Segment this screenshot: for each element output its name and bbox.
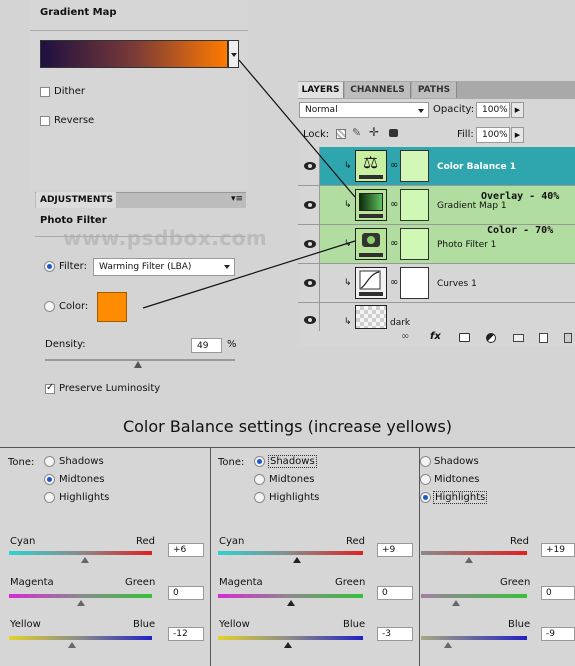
highlights-label: Highlights xyxy=(59,492,110,503)
magenta-green-thumb[interactable] xyxy=(452,600,460,606)
yellow-blue-thumb[interactable] xyxy=(444,642,452,648)
magenta-green-slider[interactable] xyxy=(9,594,152,598)
midtones-label: Midtones xyxy=(269,474,315,485)
yellow-blue-slider[interactable] xyxy=(9,636,152,640)
magenta-green-value[interactable]: 0 xyxy=(168,586,204,600)
magenta-green-thumb[interactable] xyxy=(287,600,295,606)
preserve-luminosity-checkbox[interactable] xyxy=(45,382,55,394)
cyan-red-thumb[interactable] xyxy=(465,557,473,563)
highlights-label: Highlights xyxy=(269,492,320,503)
shadows-radio[interactable] xyxy=(254,456,265,467)
magenta-green-slider[interactable] xyxy=(421,594,527,598)
density-label: Density: xyxy=(45,339,86,350)
blue-label: Blue xyxy=(133,619,156,630)
shadows-radio[interactable] xyxy=(420,456,431,467)
red-label: Red xyxy=(136,536,155,547)
yellow-blue-value[interactable]: -12 xyxy=(168,627,204,641)
yellow-label: Yellow xyxy=(219,619,250,630)
connector-lines xyxy=(142,59,356,309)
yellow-blue-slider[interactable] xyxy=(218,636,363,640)
tone-label: Tone: xyxy=(218,457,245,468)
magenta-green-value[interactable]: 0 xyxy=(377,586,413,600)
yellow-blue-thumb[interactable] xyxy=(284,642,292,648)
cyan-red-value[interactable]: +19 xyxy=(541,543,575,557)
yellow-label: Yellow xyxy=(10,619,41,630)
screenshot-root: { "gradient_map": { "title": "Gradient M… xyxy=(0,0,575,666)
highlights-radio[interactable] xyxy=(420,492,431,503)
density-value: 49 xyxy=(197,341,209,351)
preserve-luminosity-label: Preserve Luminosity xyxy=(59,383,161,394)
magenta-green-value[interactable]: 0 xyxy=(541,586,575,600)
shadows-label: Shadows xyxy=(434,456,479,467)
yellow-blue-value[interactable]: -3 xyxy=(377,627,413,641)
green-label: Green xyxy=(500,577,531,588)
red-label: Red xyxy=(510,536,529,547)
midtones-radio[interactable] xyxy=(44,474,55,485)
highlights-radio[interactable] xyxy=(44,492,55,503)
color-balance-heading: Color Balance settings (increase yellows… xyxy=(122,417,453,436)
midtones-radio[interactable] xyxy=(420,474,431,485)
panel-divider xyxy=(210,447,211,666)
density-unit: % xyxy=(227,339,237,350)
cyan-red-slider[interactable] xyxy=(218,551,363,555)
magenta-green-slider[interactable] xyxy=(218,594,363,598)
shadows-radio[interactable] xyxy=(44,456,55,467)
yellow-blue-value[interactable]: -9 xyxy=(541,627,575,641)
shadows-label: Shadows xyxy=(268,455,317,468)
cyan-red-value[interactable]: +6 xyxy=(168,543,204,557)
tone-label: Tone: xyxy=(8,457,35,468)
yellow-blue-slider[interactable] xyxy=(421,636,527,640)
density-input[interactable]: 49 xyxy=(191,338,222,353)
midtones-radio[interactable] xyxy=(254,474,265,485)
blue-label: Blue xyxy=(343,619,366,630)
blue-label: Blue xyxy=(508,619,531,630)
shadows-label: Shadows xyxy=(59,456,104,467)
cyan-label: Cyan xyxy=(10,536,36,547)
magenta-label: Magenta xyxy=(219,577,263,588)
cyan-red-value[interactable]: +9 xyxy=(377,543,413,557)
highlights-label: Highlights xyxy=(433,491,488,504)
magenta-label: Magenta xyxy=(10,577,54,588)
magenta-green-thumb[interactable] xyxy=(77,600,85,606)
midtones-label: Midtones xyxy=(434,474,480,485)
cyan-red-slider[interactable] xyxy=(9,551,152,555)
green-label: Green xyxy=(125,577,156,588)
red-label: Red xyxy=(346,536,365,547)
yellow-blue-thumb[interactable] xyxy=(68,642,76,648)
cyan-label: Cyan xyxy=(219,536,245,547)
cyan-red-thumb[interactable] xyxy=(293,557,301,563)
cyan-red-thumb[interactable] xyxy=(81,557,89,563)
highlights-radio[interactable] xyxy=(254,492,265,503)
midtones-label: Midtones xyxy=(59,474,105,485)
density-slider-thumb[interactable] xyxy=(134,361,142,368)
green-label: Green xyxy=(335,577,366,588)
cyan-red-slider[interactable] xyxy=(421,551,527,555)
